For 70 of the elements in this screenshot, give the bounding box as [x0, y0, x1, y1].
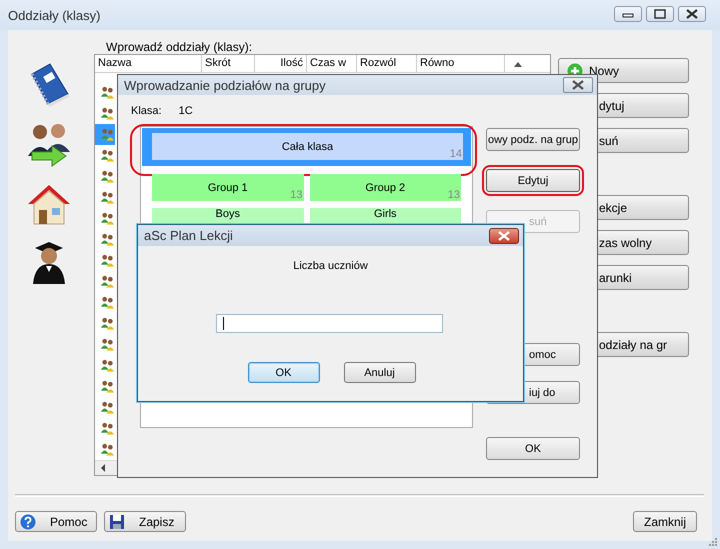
input-field[interactable]	[216, 314, 443, 333]
group-icon	[100, 400, 115, 416]
group-icon	[100, 190, 115, 206]
minimize-button[interactable]	[614, 6, 642, 22]
student-count: 13	[290, 189, 302, 201]
group-icon	[100, 420, 115, 436]
group-tile[interactable]: Girls	[310, 208, 461, 223]
group-name: Boys	[216, 208, 240, 221]
class-label: Klasa:	[131, 105, 162, 119]
column-header[interactable]: Nazwa	[95, 55, 202, 72]
dialog-button[interactable]: owy podz. na grup	[486, 128, 580, 151]
group-icon	[100, 210, 115, 226]
footer-button[interactable]: Pomoc	[15, 511, 97, 532]
group-icon	[100, 316, 115, 332]
maximize-icon	[654, 9, 666, 19]
group-icon	[100, 148, 115, 164]
class-value: 1C	[178, 105, 193, 119]
column-header[interactable]: Rozwól	[357, 55, 417, 72]
list-row[interactable]	[95, 124, 115, 145]
column-header[interactable]: Skrót	[202, 55, 255, 72]
dialog-button[interactable]: Anuluj	[344, 362, 416, 383]
group-icon	[100, 294, 115, 310]
scroll-left-icon[interactable]	[99, 463, 107, 473]
dialog-title: aSc Plan Lekcji	[144, 228, 233, 243]
group-icon	[100, 232, 115, 248]
group-icon	[100, 442, 115, 458]
student-count: 13	[448, 189, 460, 201]
group-tile[interactable]: Boys	[152, 208, 304, 223]
group-tile[interactable]: Group 2 13	[310, 174, 461, 201]
footer-button[interactable]: Zapisz	[104, 511, 186, 532]
group-name: Cała klasa	[282, 140, 334, 152]
window-title: Oddziały (klasy)	[8, 8, 100, 22]
graduate-icon[interactable]	[31, 240, 67, 286]
close-icon	[571, 80, 585, 90]
group-icon	[100, 378, 115, 394]
group-icon	[100, 358, 115, 374]
group-icon	[100, 274, 115, 290]
division-row[interactable]: Boys Girls	[142, 204, 471, 227]
column-header[interactable]: Czas w	[307, 55, 357, 72]
maximize-button[interactable]	[646, 6, 674, 22]
footer-button[interactable]: Zamknij	[633, 511, 697, 532]
group-icon	[100, 336, 115, 352]
group-icon	[100, 106, 115, 122]
dialog-button[interactable]: OK	[486, 437, 580, 460]
group-icon	[100, 126, 115, 142]
close-icon	[497, 230, 511, 240]
dialog-title: Wprowadzanie podziałów na grupy	[124, 78, 326, 92]
close-button[interactable]	[678, 6, 706, 22]
close-button[interactable]	[489, 228, 519, 244]
house-icon[interactable]	[26, 182, 72, 226]
help-icon	[20, 514, 36, 530]
close-icon	[686, 9, 698, 19]
close-button[interactable]	[563, 77, 593, 93]
group-name: Girls	[374, 208, 397, 221]
prompt-label: Liczba uczniów	[293, 260, 368, 272]
group-name: Group 2	[365, 182, 406, 194]
column-header[interactable]: Równo	[417, 55, 505, 72]
group-tile[interactable]: Group 1 13	[152, 174, 304, 201]
group-tile[interactable]: Cała klasa 14	[152, 133, 463, 160]
dialog-button[interactable]: OK	[248, 362, 320, 383]
group-icon	[100, 252, 115, 268]
list-label: Wprowadź oddziały (klasy):	[106, 40, 254, 54]
resize-grip-icon[interactable]	[708, 537, 718, 547]
scroll-up-icon[interactable]	[513, 60, 523, 68]
division-row[interactable]: Group 1 13 Group 2 13	[142, 170, 471, 205]
student-count: 14	[450, 148, 462, 160]
group-icon	[100, 84, 115, 100]
group-name: Group 1	[208, 182, 248, 194]
column-header[interactable]: Ilość	[255, 55, 307, 72]
group-icon	[100, 168, 115, 184]
